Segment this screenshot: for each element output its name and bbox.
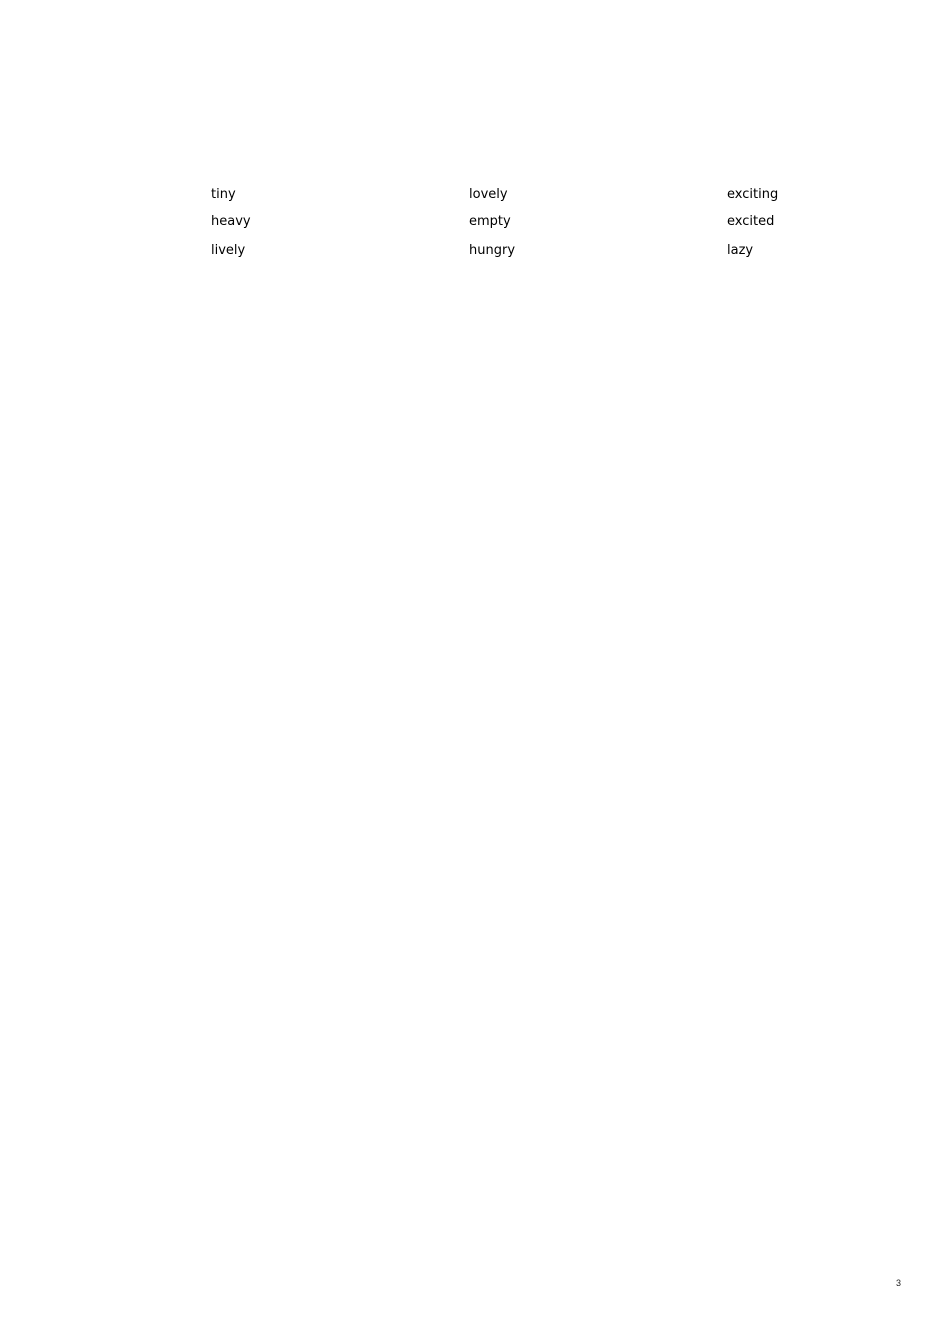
word-cell: tiny: [211, 187, 236, 202]
word-cell: excited: [727, 214, 775, 229]
page-number: 3: [896, 1278, 902, 1288]
word-cell: exciting: [727, 187, 779, 202]
word-cell: empty: [469, 214, 511, 229]
word-cell: lazy: [727, 243, 754, 258]
word-cell: lovely: [469, 187, 508, 202]
word-cell: hungry: [469, 243, 516, 258]
word-cell: lively: [211, 243, 246, 258]
word-cell: heavy: [211, 214, 251, 229]
